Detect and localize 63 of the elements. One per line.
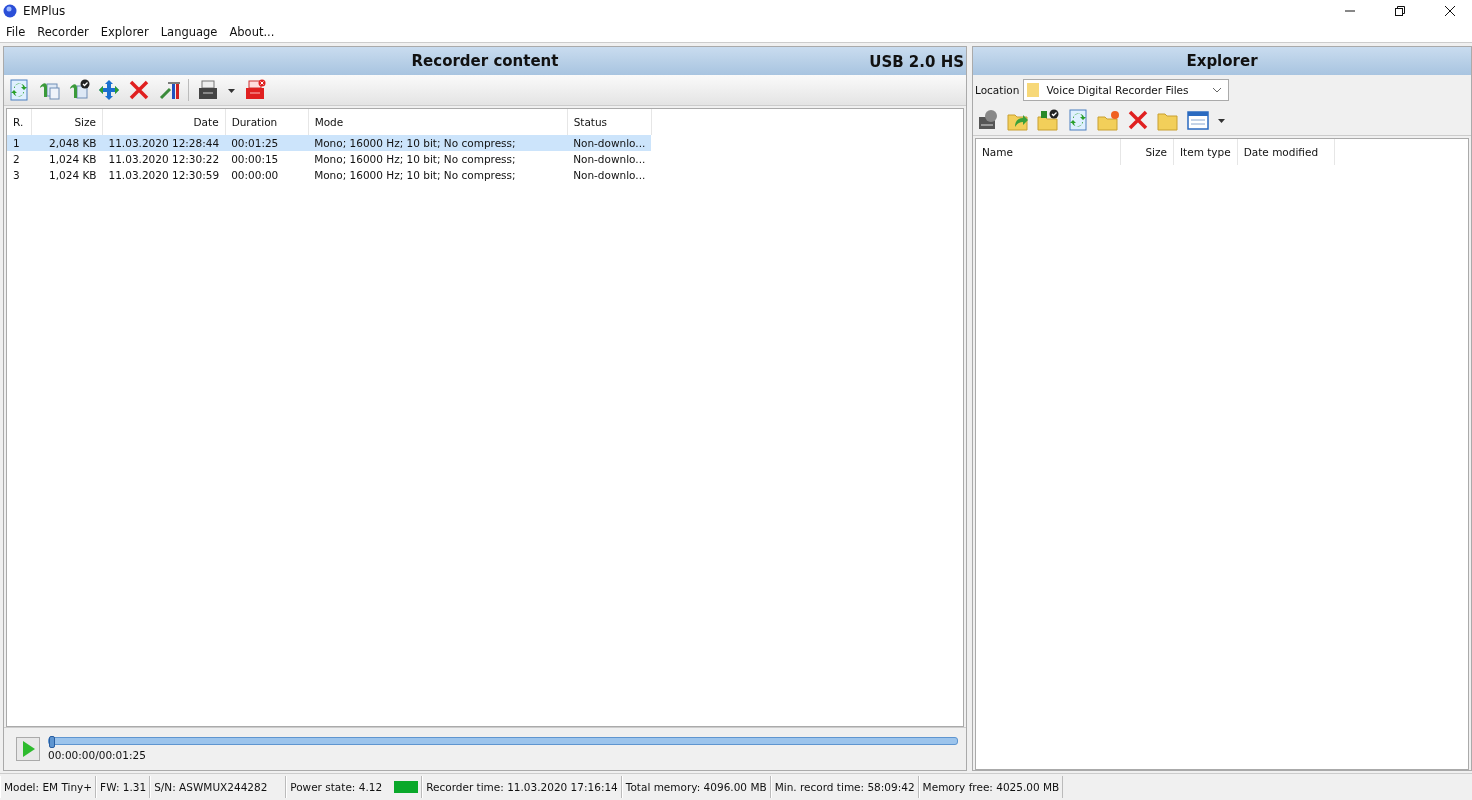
- table-cell-text: Mono; 16000 Hz; 10 bit; No compress;: [313, 168, 517, 183]
- status-text: Min. record time: 58:09:42: [774, 781, 915, 793]
- column-header[interactable]: Date modified: [1237, 139, 1335, 165]
- cross-arrows-icon[interactable]: [98, 79, 120, 101]
- table-row[interactable]: 2 1,024 KB 11.03.2020 12:30:22 00:00:15 Mono; 16000 Hz; 10 bit; No compress; Non-downlo...: [7, 151, 652, 167]
- documents-check-icon[interactable]: [68, 79, 90, 101]
- location-dropdown[interactable]: Voice Digital Recorder Files: [1023, 79, 1230, 101]
- restore-icon[interactable]: [1394, 5, 1406, 17]
- status-text: Memory free: 4025.00 MB: [922, 781, 1060, 793]
- close-icon[interactable]: [1444, 5, 1456, 17]
- status-text: Total memory: 4096.00 MB: [625, 781, 767, 793]
- status-text: Model: EM Tiny+: [4, 781, 93, 793]
- table-cell: 1: [7, 135, 32, 151]
- table-cell: 2,048 KB: [31, 135, 103, 151]
- folder-icon: [1026, 82, 1041, 98]
- table-cell: Mono; 16000 Hz; 10 bit; No compress;: [308, 135, 568, 151]
- table-cell-text: 11.03.2020 12:30:59: [107, 168, 221, 183]
- location-label: Location: [975, 84, 1020, 96]
- folder-check-icon[interactable]: [1037, 109, 1059, 131]
- table-cell: 2: [7, 151, 32, 167]
- seek-slider[interactable]: [48, 737, 958, 745]
- refresh-icon[interactable]: [1067, 109, 1089, 131]
- table-cell: Non-downlo...: [567, 135, 652, 151]
- panel-title: Explorer: [1186, 52, 1258, 70]
- connection-label: USB 2.0 HS: [869, 53, 964, 71]
- seek-thumb[interactable]: [49, 736, 55, 748]
- chevron-down-icon: [1212, 87, 1223, 93]
- menu-item[interactable]: About...: [229, 25, 275, 39]
- table-row[interactable]: 3 1,024 KB 11.03.2020 12:30:59 00:00:00 Mono; 16000 Hz; 10 bit; No compress; Non-downlo...: [7, 167, 652, 183]
- window-view-icon[interactable]: [1187, 109, 1209, 131]
- power-indicator: [394, 781, 419, 793]
- table-cell: 1,024 KB: [31, 151, 103, 167]
- column-header[interactable]: Name: [976, 139, 1121, 165]
- table-cell: Non-downlo...: [567, 151, 652, 167]
- table-cell-text: 1,024 KB: [48, 168, 98, 183]
- status-text: Recorder time: 11.03.2020 17:16:14: [426, 781, 618, 793]
- panel-title: Recorder content: [411, 52, 559, 70]
- folder-star-icon[interactable]: [1097, 109, 1119, 131]
- playback-time: 00:00:00/00:01:25: [48, 749, 147, 761]
- menu-item[interactable]: Language: [160, 25, 218, 39]
- status-text: S/N: ASWMUX244282: [154, 781, 268, 793]
- delete-icon[interactable]: [128, 79, 150, 101]
- app-logo-icon: [3, 4, 17, 18]
- table-cell: 00:00:15: [225, 151, 309, 167]
- table-cell: 00:01:25: [225, 135, 309, 151]
- selected-row[interactable]: 1 2,048 KB 11.03.2020 12:28:44 00:01:25 Mono; 16000 Hz; 10 bit; No compress; Non-downlo...: [7, 135, 652, 151]
- refresh-icon[interactable]: [8, 79, 30, 101]
- status-text: FW: 1.31: [100, 781, 147, 793]
- column-header[interactable]: Item type: [1173, 139, 1238, 165]
- menu-item[interactable]: Recorder: [37, 25, 89, 39]
- menu-item[interactable]: File: [6, 25, 26, 39]
- status-text: Power state: 4.12: [290, 781, 383, 793]
- tools-icon[interactable]: [158, 79, 180, 101]
- delete-icon[interactable]: [1127, 109, 1149, 131]
- table-cell: 11.03.2020 12:30:22: [102, 151, 226, 167]
- table-cell-text: 3: [12, 168, 21, 183]
- table-cell-text: 00:00:00: [230, 168, 280, 183]
- window-title: EMPlus: [23, 4, 66, 18]
- menu-item[interactable]: Explorer: [100, 25, 149, 39]
- table-cell: Mono; 16000 Hz; 10 bit; No compress;: [308, 151, 568, 167]
- table-cell-text: Non-downlo...: [572, 168, 647, 183]
- column-header[interactable]: Size: [1120, 139, 1174, 165]
- table-cell: 11.03.2020 12:28:44: [102, 135, 226, 151]
